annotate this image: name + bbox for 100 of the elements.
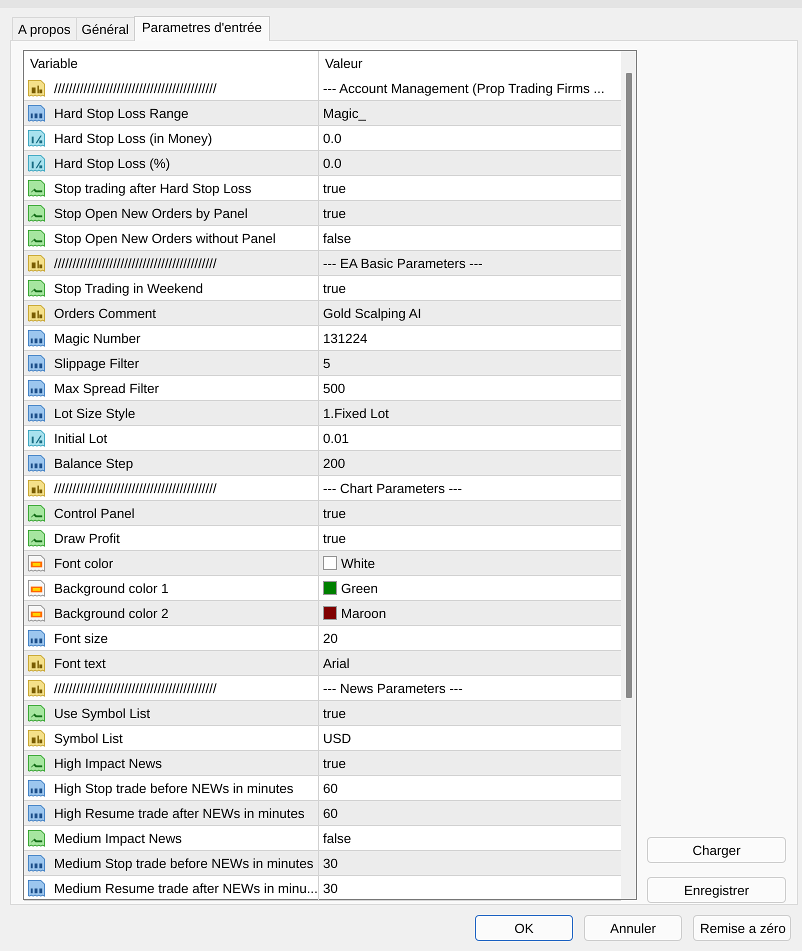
table-cell: true [323, 506, 346, 520]
number-type-icon [27, 854, 46, 872]
table-cell: 20 [323, 630, 338, 646]
table-cell: true [323, 206, 346, 220]
table-cell: 60 [323, 780, 338, 796]
fraction-type-icon [27, 154, 46, 172]
table-cell: //////////////////////////////////////////// [54, 256, 217, 270]
table-cell: High Stop trade before NEWs in minutes [54, 780, 294, 796]
switch-type-icon [27, 828, 46, 848]
table-cell: Magic_ [323, 106, 366, 120]
table-cell: High Resume trade after NEWs in minutes [54, 806, 305, 820]
fraction-type-icon [27, 428, 46, 448]
table-cell: Stop Open New Orders by Panel [54, 206, 248, 220]
switch-type-icon [27, 178, 46, 198]
table-cell: 0.0 [323, 130, 342, 146]
table-cell: Draw Profit [54, 530, 120, 546]
table-cell: Stop trading after Hard Stop Loss [54, 180, 252, 196]
table-cell: Symbol List [54, 730, 123, 746]
number-type-icon [27, 628, 46, 648]
fraction-type-icon [27, 128, 46, 148]
table-cell: Green [341, 580, 378, 596]
table-cell: Magic Number [54, 330, 140, 346]
table-cell: USD [323, 730, 352, 746]
table-cell: 5 [323, 356, 330, 370]
text-type-icon [27, 728, 46, 748]
table-cell: Use Symbol List [54, 706, 150, 720]
table-cell: Slippage Filter [54, 356, 139, 370]
palette-type-icon [27, 578, 46, 598]
table-cell: Hard Stop Loss (in Money) [54, 130, 212, 146]
table-cell: Orders Comment [54, 306, 156, 320]
palette-type-icon [27, 604, 46, 622]
table-cell: Maroon [341, 606, 386, 620]
table-cell: Font color [54, 556, 114, 570]
number-type-icon [27, 328, 46, 348]
table-cell: 60 [323, 806, 338, 820]
table-cell: 1.Fixed Lot [323, 406, 389, 420]
table-cell: Hard Stop Loss Range [54, 106, 189, 120]
table-cell: true [323, 280, 346, 296]
dialog-button[interactable]: Remise a zéro [693, 915, 791, 941]
column-header[interactable]: Valeur [325, 56, 362, 71]
table-cell: 500 [323, 380, 346, 396]
table-cell: 30 [323, 856, 338, 870]
switch-type-icon [27, 704, 46, 722]
table-cell: 131224 [323, 330, 368, 346]
number-type-icon [27, 804, 46, 822]
text-type-icon [27, 78, 46, 98]
table-cell: Medium Impact News [54, 830, 182, 846]
table-cell: false [323, 230, 352, 246]
table-cell: 0.0 [323, 156, 342, 170]
table-cell: 0.01 [323, 430, 349, 446]
table-cell: 200 [323, 456, 346, 470]
table-cell: High Impact News [54, 756, 162, 770]
switch-type-icon [27, 754, 46, 772]
text-type-icon [27, 304, 46, 322]
number-type-icon [27, 404, 46, 422]
text-type-icon [27, 678, 46, 698]
switch-type-icon [27, 204, 46, 222]
number-type-icon [27, 354, 46, 372]
side-button[interactable]: Charger [647, 837, 786, 863]
number-type-icon [27, 878, 46, 898]
switch-type-icon [27, 228, 46, 248]
scrollbar[interactable] [621, 51, 636, 899]
table-cell: true [323, 180, 346, 196]
table-cell: 30 [323, 880, 338, 896]
switch-type-icon [27, 504, 46, 522]
table-cell: Background color 2 [54, 606, 169, 620]
table-cell: Hard Stop Loss (%) [54, 156, 170, 170]
table-cell: //////////////////////////////////////////// [54, 680, 217, 696]
table-cell: --- EA Basic Parameters --- [323, 256, 483, 270]
table-cell: Lot Size Style [54, 406, 136, 420]
table-cell: Max Spread Filter [54, 380, 159, 396]
table-cell: //////////////////////////////////////////// [54, 80, 217, 96]
table-cell: Balance Step [54, 456, 134, 470]
table-cell: Stop Trading in Weekend [54, 280, 204, 296]
switch-type-icon [27, 528, 46, 548]
table-cell: Font text [54, 656, 106, 670]
text-type-icon [27, 654, 46, 672]
number-type-icon [27, 454, 46, 472]
table-cell: --- Account Management (Prop Trading Firms ... [323, 80, 605, 96]
number-type-icon [27, 778, 46, 798]
dialog-button[interactable]: OK [475, 915, 573, 941]
tab[interactable]: Parametres d'entrée [134, 16, 270, 41]
switch-type-icon [27, 278, 46, 298]
table-cell: --- News Parameters --- [323, 680, 463, 696]
table-cell: Arial [323, 656, 350, 670]
dialog-button[interactable]: Annuler [584, 915, 682, 941]
table-cell: //////////////////////////////////////////// [54, 480, 217, 496]
tab[interactable]: A propos [12, 17, 76, 40]
column-header[interactable]: Variable [30, 56, 78, 71]
table-cell: --- Chart Parameters --- [323, 480, 462, 496]
table-cell: Background color 1 [54, 580, 169, 596]
table-cell: true [323, 530, 346, 546]
table-cell: Medium Resume trade after NEWs in minu... [54, 880, 318, 896]
table-cell: false [323, 830, 352, 846]
table-cell: true [323, 706, 346, 720]
table-cell: Font size [54, 630, 108, 646]
side-button[interactable]: Enregistrer [647, 877, 786, 903]
table-cell: true [323, 756, 346, 770]
text-type-icon [27, 478, 46, 498]
table-cell: White [341, 556, 375, 570]
